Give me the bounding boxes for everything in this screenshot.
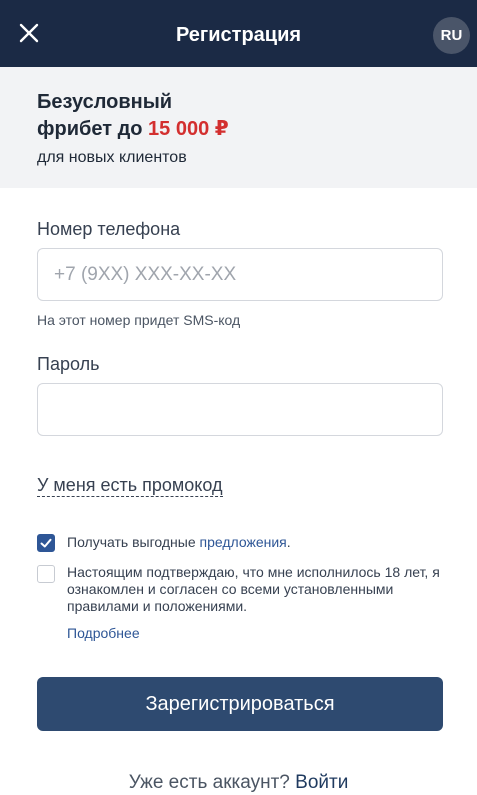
- login-link[interactable]: Войти: [295, 772, 348, 793]
- have-account-text: Уже есть аккаунт?: [128, 772, 296, 793]
- app-header: Регистрация RU: [0, 0, 477, 67]
- register-button[interactable]: Зарегистрироваться: [37, 677, 443, 731]
- offers-link[interactable]: предложения: [200, 534, 287, 550]
- offers-checkbox[interactable]: [37, 534, 55, 552]
- password-input[interactable]: [37, 383, 443, 436]
- promo-title-line2: фрибет до: [37, 118, 149, 140]
- promo-banner: Безусловный фрибет до 15 000 ₽ для новых…: [0, 67, 477, 188]
- promocode-link[interactable]: У меня есть промокод: [37, 474, 223, 497]
- language-switch-button[interactable]: RU: [433, 17, 470, 54]
- promo-title: Безусловный фрибет до 15 000 ₽: [37, 89, 297, 143]
- age-confirm-checkbox[interactable]: [37, 565, 55, 583]
- promo-amount: 15 000 ₽: [148, 118, 229, 140]
- more-info-link[interactable]: Подробнее: [67, 625, 140, 642]
- page-title: Регистрация: [175, 24, 302, 46]
- promo-title-line1: Безусловный: [37, 91, 173, 113]
- check-icon: [40, 538, 52, 548]
- password-label: Пароль: [37, 354, 100, 374]
- phone-hint: На этот номер придет SMS-код: [37, 312, 241, 328]
- phone-label: Номер телефона: [37, 219, 181, 239]
- offers-suffix: .: [286, 534, 291, 550]
- age-confirm-text: Настоящим подтверждаю, что мне исполнило…: [67, 564, 440, 614]
- login-prompt: Уже есть аккаунт? Войти: [0, 771, 477, 795]
- offers-text: Получать выгодные: [67, 534, 200, 550]
- phone-input[interactable]: [37, 248, 443, 301]
- promo-subtitle: для новых клиентов: [37, 149, 187, 166]
- offers-consent-text: Получать выгодные предложения.: [67, 534, 291, 551]
